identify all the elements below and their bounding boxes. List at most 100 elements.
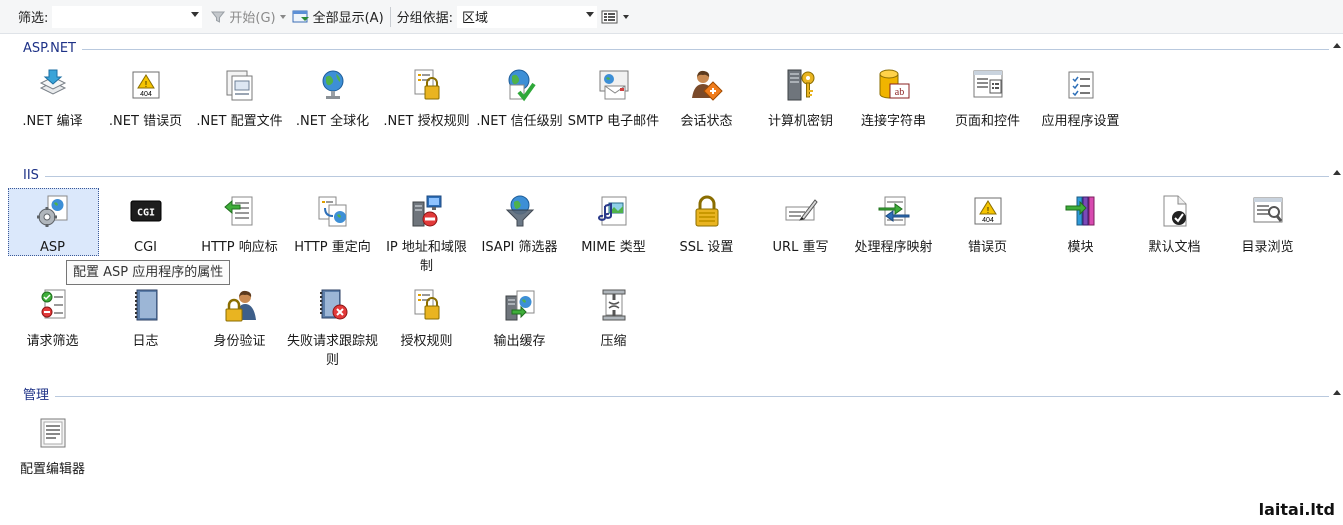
email-icon [597, 68, 631, 102]
chevron-down-icon [191, 11, 200, 17]
feature-label: 身份验证 [213, 334, 266, 349]
feature-request-filtering[interactable]: 请求筛选 [6, 288, 99, 378]
feature-app-settings[interactable]: 应用程序设置 [1034, 68, 1127, 158]
funnel-icon [210, 9, 226, 25]
feature-label: 失败请求跟踪规则 [286, 334, 378, 368]
show-all-button[interactable]: 全部显示(A) [292, 7, 384, 26]
feature-ssl-settings[interactable]: SSL 设置 [660, 194, 753, 284]
request-filter-icon [36, 288, 70, 322]
group-by-label: 分组依据: [396, 11, 454, 26]
group-header-aspnet[interactable]: ASP.NET [0, 40, 1343, 58]
feature-directory-browsing[interactable]: 目录浏览 [1221, 194, 1314, 284]
feature-net-error-pages[interactable]: ! 404 .NET 错误页 [99, 68, 192, 158]
feature-logging[interactable]: 日志 [99, 288, 192, 378]
feature-label: SSL 设置 [679, 240, 734, 255]
feature-session-state[interactable]: 会话状态 [660, 68, 753, 158]
feature-net-globalization[interactable]: .NET 全球化 [286, 68, 379, 158]
isapi-filter-icon [503, 194, 537, 228]
feature-smtp-email[interactable]: SMTP 电子邮件 [567, 68, 660, 158]
feature-authorization-rules[interactable]: 授权规则 [380, 288, 473, 378]
feature-label: SMTP 电子邮件 [567, 114, 660, 129]
feature-label: 模块 [1067, 240, 1094, 255]
feature-ip-domain-restrictions[interactable]: IP 地址和域限制 [380, 194, 473, 284]
http-response-icon [223, 194, 257, 228]
url-rewrite-icon [784, 194, 818, 228]
toolbar: 筛选: 开始(G) 全部显示(A) 分组依据: 区域 [0, 0, 1343, 34]
warning-404-icon: ! 404 [129, 68, 163, 102]
toolbar-separator [389, 6, 391, 27]
feature-http-redirect[interactable]: HTTP 重定向 [286, 194, 379, 284]
feature-label: .NET 错误页 [108, 114, 183, 129]
handler-mapping-icon [877, 194, 911, 228]
profile-window-icon [223, 68, 257, 102]
error-page-icon: ! 404 [971, 194, 1005, 228]
authorization-icon [410, 288, 444, 322]
modules-icon [1064, 194, 1098, 228]
feature-label: URL 重写 [772, 240, 829, 255]
group-header-management[interactable]: 管理 [0, 387, 1343, 405]
start-label: 开始(G) [229, 11, 276, 26]
group-header-iis[interactable]: IIS [0, 167, 1343, 185]
feature-label: 默认文档 [1148, 240, 1201, 255]
feature-label: .NET 全球化 [295, 114, 370, 129]
log-icon [129, 288, 163, 322]
feature-label: 处理程序映射 [854, 240, 933, 255]
feature-net-profile[interactable]: .NET 配置文件 [193, 68, 286, 158]
feature-connection-strings[interactable]: ab 连接字符串 [847, 68, 940, 158]
feature-label: 配置编辑器 [19, 462, 85, 477]
collapse-chevron-icon[interactable] [1333, 390, 1341, 395]
feature-error-pages[interactable]: ! 404 错误页 [941, 194, 1034, 284]
feature-machine-key[interactable]: 计算机密钥 [754, 68, 847, 158]
group-title-iis: IIS [23, 167, 45, 185]
view-mode-button[interactable] [601, 9, 633, 25]
group-by-combo[interactable]: 区域 [457, 5, 598, 28]
feature-label: ISAPI 筛选器 [481, 240, 558, 255]
chevron-down-icon [586, 11, 595, 17]
output-cache-icon [503, 288, 537, 322]
feature-mime-types[interactable]: MIME 类型 [567, 194, 660, 284]
feature-label: 请求筛选 [26, 334, 79, 349]
feature-compression[interactable]: 压缩 [567, 288, 660, 378]
cgi-icon: CGI [129, 194, 163, 228]
feature-net-authorization[interactable]: .NET 授权规则 [380, 68, 473, 158]
feature-label: .NET 配置文件 [196, 114, 283, 129]
feature-url-rewrite[interactable]: URL 重写 [754, 194, 847, 284]
start-button[interactable]: 开始(G) [210, 7, 276, 26]
collapse-chevron-icon[interactable] [1333, 43, 1341, 48]
group-divider [23, 176, 1329, 177]
feature-net-trust-levels[interactable]: .NET 信任级别 [473, 68, 566, 158]
ssl-lock-icon [690, 194, 724, 228]
feature-label: HTTP 响应标 [201, 240, 278, 255]
start-dropdown-icon[interactable] [279, 14, 286, 19]
collapse-chevron-icon[interactable] [1333, 170, 1341, 175]
feature-label: ASP [40, 240, 65, 255]
feature-default-document[interactable]: 默认文档 [1128, 194, 1221, 284]
directory-browse-icon [1251, 194, 1285, 228]
feature-label: 错误页 [967, 240, 1007, 255]
ip-restrict-icon [410, 194, 444, 228]
feature-label: 页面和控件 [954, 114, 1020, 129]
mime-icon [597, 194, 631, 228]
svg-text:CGI: CGI [137, 208, 155, 219]
feature-handler-mappings[interactable]: 处理程序映射 [847, 194, 940, 284]
feature-label: 计算机密钥 [767, 114, 833, 129]
failed-request-icon [316, 288, 350, 322]
database-string-icon: ab [877, 68, 911, 102]
feature-configuration-editor[interactable]: 配置编辑器 [6, 416, 99, 506]
feature-label: 连接字符串 [860, 114, 926, 129]
group-divider [23, 396, 1329, 397]
authentication-icon [223, 288, 257, 322]
default-document-icon [1158, 194, 1192, 228]
feature-pages-controls[interactable]: 页面和控件 [941, 68, 1034, 158]
feature-label: 会话状态 [680, 114, 733, 129]
feature-failed-request-tracing[interactable]: 失败请求跟踪规则 [286, 288, 379, 378]
feature-label: 日志 [132, 334, 159, 349]
feature-authentication[interactable]: 身份验证 [193, 288, 286, 378]
feature-modules[interactable]: 模块 [1034, 194, 1127, 284]
feature-net-compilation[interactable]: .NET 编译 [6, 68, 99, 158]
feature-label: IP 地址和域限制 [386, 240, 467, 274]
filter-combo[interactable] [52, 5, 203, 28]
feature-output-caching[interactable]: 输出缓存 [473, 288, 566, 378]
feature-isapi-filters[interactable]: ISAPI 筛选器 [473, 194, 566, 284]
group-title-aspnet: ASP.NET [23, 40, 82, 58]
